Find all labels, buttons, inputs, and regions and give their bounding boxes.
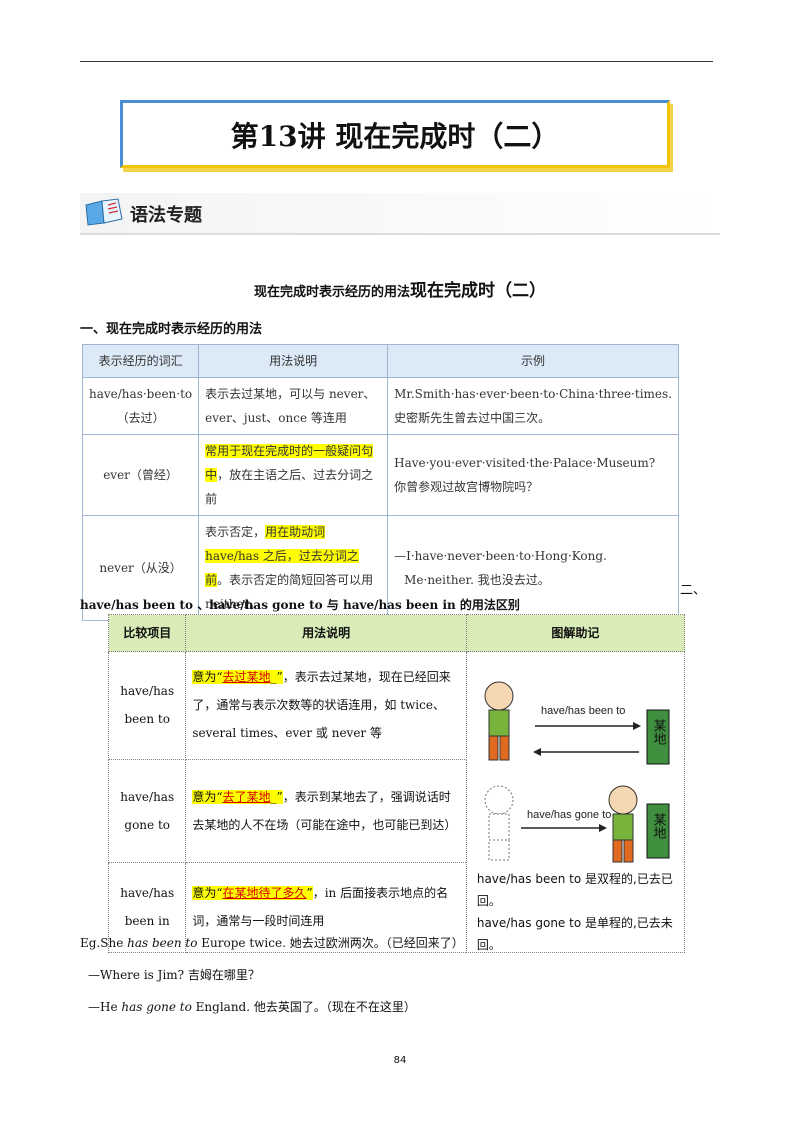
ghost-boy-icon [484, 785, 514, 861]
page-number: 84 [393, 1055, 407, 1066]
diagram-caption: have/has gone to 是单程的,已去未回。 [476, 916, 673, 952]
subtitle: 现在完成时表示经历的用法现在完成时（二） [0, 276, 800, 301]
example-cn: 你曾参观过故宫博物院吗？ [394, 480, 539, 494]
table-header: 示例 [387, 344, 679, 378]
meaning-prefix: 意为“ [192, 886, 223, 901]
table-header-row: 表示经历的词汇 用法说明 示例 [81, 344, 679, 378]
usage-pre: 表示否定， [205, 525, 266, 539]
section-two-mark: 二、 [680, 583, 707, 598]
example-en: Mr.Smith·has·ever·been·to·China·three·ti… [394, 387, 672, 401]
example-cell: Mr.Smith·has·ever·been·to·China·three·ti… [387, 377, 679, 435]
heading-two: have/has been to 、have/has gone to 与 hav… [80, 598, 520, 612]
word-cell: ever（曾经） [81, 434, 200, 516]
table-header: 用法说明 [185, 614, 467, 652]
meaning-answer: 在某地待了多久 [222, 886, 307, 901]
book-icon [85, 198, 123, 226]
meaning-suffix: _” [270, 789, 283, 804]
meaning-highlight: 意为“去了某地_” [192, 789, 283, 804]
example-line: Eg.She has been to Europe twice. 她去过欧洲两次… [80, 936, 464, 950]
example-line: —He has gone to England. 他去英国了。（现在不在这里） [88, 1000, 416, 1014]
usage-cell: 表示去过某地，可以与 never、ever、just、once 等连用 [198, 377, 389, 435]
usage-cell: 意为“去过某地_”，表示去过某地，现在已经回来了，通常与表示次数等的状语连用，如… [185, 651, 467, 760]
meaning-prefix: 意为“ [192, 670, 223, 685]
section-banner: 语法专题 [80, 193, 720, 235]
example-line: —Where is Jim? 吉姆在哪里？ [88, 968, 260, 982]
place-label: 某地 [650, 813, 666, 839]
boy-figure-icon [484, 681, 514, 761]
item-cell: have/has been to [107, 651, 187, 760]
table-header: 比较项目 [107, 614, 187, 652]
page-title: 第13讲 现在完成时（二） [230, 120, 560, 153]
usage-rest: ，放在主语之后、过去分词之前 [205, 468, 374, 506]
table-header: 表示经历的词汇 [81, 344, 200, 378]
diagram-cell: have/has been to 某地 have/has gone to 某地 … [465, 651, 686, 956]
subtitle-big: 现在完成时（二） [410, 281, 546, 301]
meaning-prefix: 意为“ [192, 789, 223, 804]
table-header-row: 比较项目 用法说明 图解助记 [107, 614, 686, 652]
place-label: 某地 [650, 719, 666, 745]
table-row: have/has·been·to （去过） 表示去过某地，可以与 never、e… [81, 377, 679, 435]
table-row: have/has been to 意为“去过某地_”，表示去过某地，现在已经回来… [107, 651, 686, 953]
word-cell: have/has·been·to （去过） [81, 377, 200, 435]
top-rule [80, 61, 713, 62]
section-banner-label: 语法专题 [130, 205, 202, 226]
usage-cell: 意为“去了某地_”，表示到某地去了，强调说话时去某地的人不在场（可能在途中，也可… [185, 758, 467, 863]
diagram-captions: have/has been to 是双程的,已去已回。 have/has gon… [477, 868, 677, 956]
word-text: have/has·been·to [89, 387, 193, 401]
word-gloss: （去过） [116, 411, 165, 425]
usage-cell: 常用于现在完成时的一般疑问句中，放在主语之后、过去分词之前 [198, 434, 389, 516]
meaning-suffix: _” [270, 670, 283, 685]
experience-table: 表示经历的词汇 用法说明 示例 have/has·been·to （去过） 表示… [81, 344, 679, 621]
meaning-highlight: 意为“去过某地_” [192, 670, 283, 685]
diagram-caption: have/has been to 是双程的,已去已回。 [476, 872, 673, 908]
comparison-table: 比较项目 用法说明 图解助记 have/has been to 意为“去过某地_… [107, 614, 686, 954]
example-en: Have·you·ever·visited·the·Palace·Museum? [394, 456, 656, 470]
diagram-label-been-to: have/has been to [541, 705, 625, 717]
table-row: ever（曾经） 常用于现在完成时的一般疑问句中，放在主语之后、过去分词之前 H… [81, 434, 679, 516]
subtitle-small: 现在完成时表示经历的用法 [253, 285, 410, 300]
meaning-highlight: 意为“在某地待了多久” [192, 886, 313, 901]
table-header: 用法说明 [198, 344, 389, 378]
example-cn: Me·neither. 我也没去过。 [404, 573, 550, 587]
table-header: 图解助记 [465, 614, 686, 652]
meaning-answer: 去过某地 [222, 670, 271, 685]
heading-one: 一、现在完成时表示经历的用法 [80, 322, 263, 337]
boy-figure-icon [608, 785, 638, 863]
item-cell: have/has gone to [107, 758, 187, 863]
meaning-answer: 去了某地 [222, 789, 271, 804]
example-cell: Have·you·ever·visited·the·Palace·Museum?… [387, 434, 679, 516]
example-en: —I·have·never·been·to·Hong·Kong. [394, 549, 607, 563]
diagram-label-gone-to: have/has gone to [527, 809, 611, 821]
example-cn: 史密斯先生曾去过中国三次。 [394, 411, 551, 425]
title-box: 第13讲 现在完成时（二） [120, 100, 670, 168]
